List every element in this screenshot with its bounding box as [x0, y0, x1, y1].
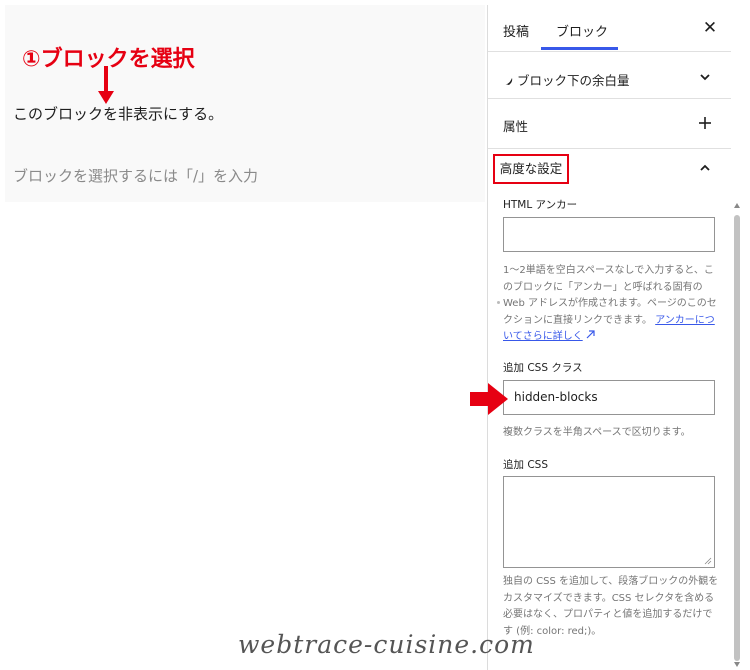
divider-dot: [497, 301, 500, 304]
tab-block[interactable]: ブロック: [556, 21, 608, 40]
custom-css-help: 独自の CSS を追加して、段落ブロックの外観をカスタマイズできます。CSS セ…: [503, 576, 719, 637]
panel-spacing-label: ブロック下の余白量: [504, 70, 630, 89]
custom-css-label: 追加 CSS: [503, 459, 548, 471]
panel-attributes[interactable]: 属性: [488, 99, 731, 149]
html-anchor-help: 1〜2単語を空白スペースなしで入力すると、このブロックに「アンカー」と呼ばれる固…: [503, 263, 721, 346]
css-class-help: 複数クラスを半角スペースで区切ります。: [503, 427, 691, 438]
panel-advanced-label[interactable]: 高度な設定: [493, 154, 569, 184]
block-appender-placeholder[interactable]: ブロックを選択するには「/」を入力: [13, 165, 258, 186]
close-icon[interactable]: ✕: [700, 18, 720, 38]
spacing-icon: [505, 78, 513, 85]
active-tab-indicator: [541, 47, 618, 50]
panel-spacing[interactable]: ブロック下の余白量: [488, 52, 731, 99]
css-class-input[interactable]: hidden-blocks: [503, 380, 715, 415]
plus-icon[interactable]: [695, 113, 715, 133]
scroll-up-arrow-icon[interactable]: [734, 203, 740, 208]
html-anchor-label: HTML アンカー: [503, 199, 578, 211]
html-anchor-input[interactable]: [503, 217, 715, 252]
css-class-label: 追加 CSS クラス: [503, 362, 583, 374]
scroll-down-arrow-icon[interactable]: [734, 662, 740, 667]
settings-sidebar: 投稿 ブロック ✕ ブロック下の余白量 属性 高度な設定 HTML アンカー 1…: [487, 5, 731, 670]
panel-attributes-label: 属性: [503, 119, 529, 134]
resize-handle-icon[interactable]: [704, 557, 712, 565]
external-link-icon: [586, 330, 595, 339]
tab-post[interactable]: 投稿: [503, 21, 529, 40]
sidebar-scrollbar[interactable]: [734, 215, 740, 661]
annotation-right-arrow-icon: [470, 383, 508, 415]
chevron-down-icon[interactable]: [695, 67, 715, 87]
watermark: webtrace-cuisine.com: [238, 630, 535, 659]
sidebar-tabs: 投稿 ブロック ✕: [488, 5, 731, 52]
panel-advanced[interactable]: 高度な設定: [488, 149, 731, 189]
panel-spacing-text: ブロック下の余白量: [517, 73, 630, 88]
custom-css-textarea[interactable]: [503, 476, 715, 568]
paragraph-block[interactable]: このブロックを非表示にする。: [13, 103, 223, 124]
annotation-down-arrow-icon: [98, 66, 114, 104]
chevron-up-icon[interactable]: [695, 158, 715, 178]
